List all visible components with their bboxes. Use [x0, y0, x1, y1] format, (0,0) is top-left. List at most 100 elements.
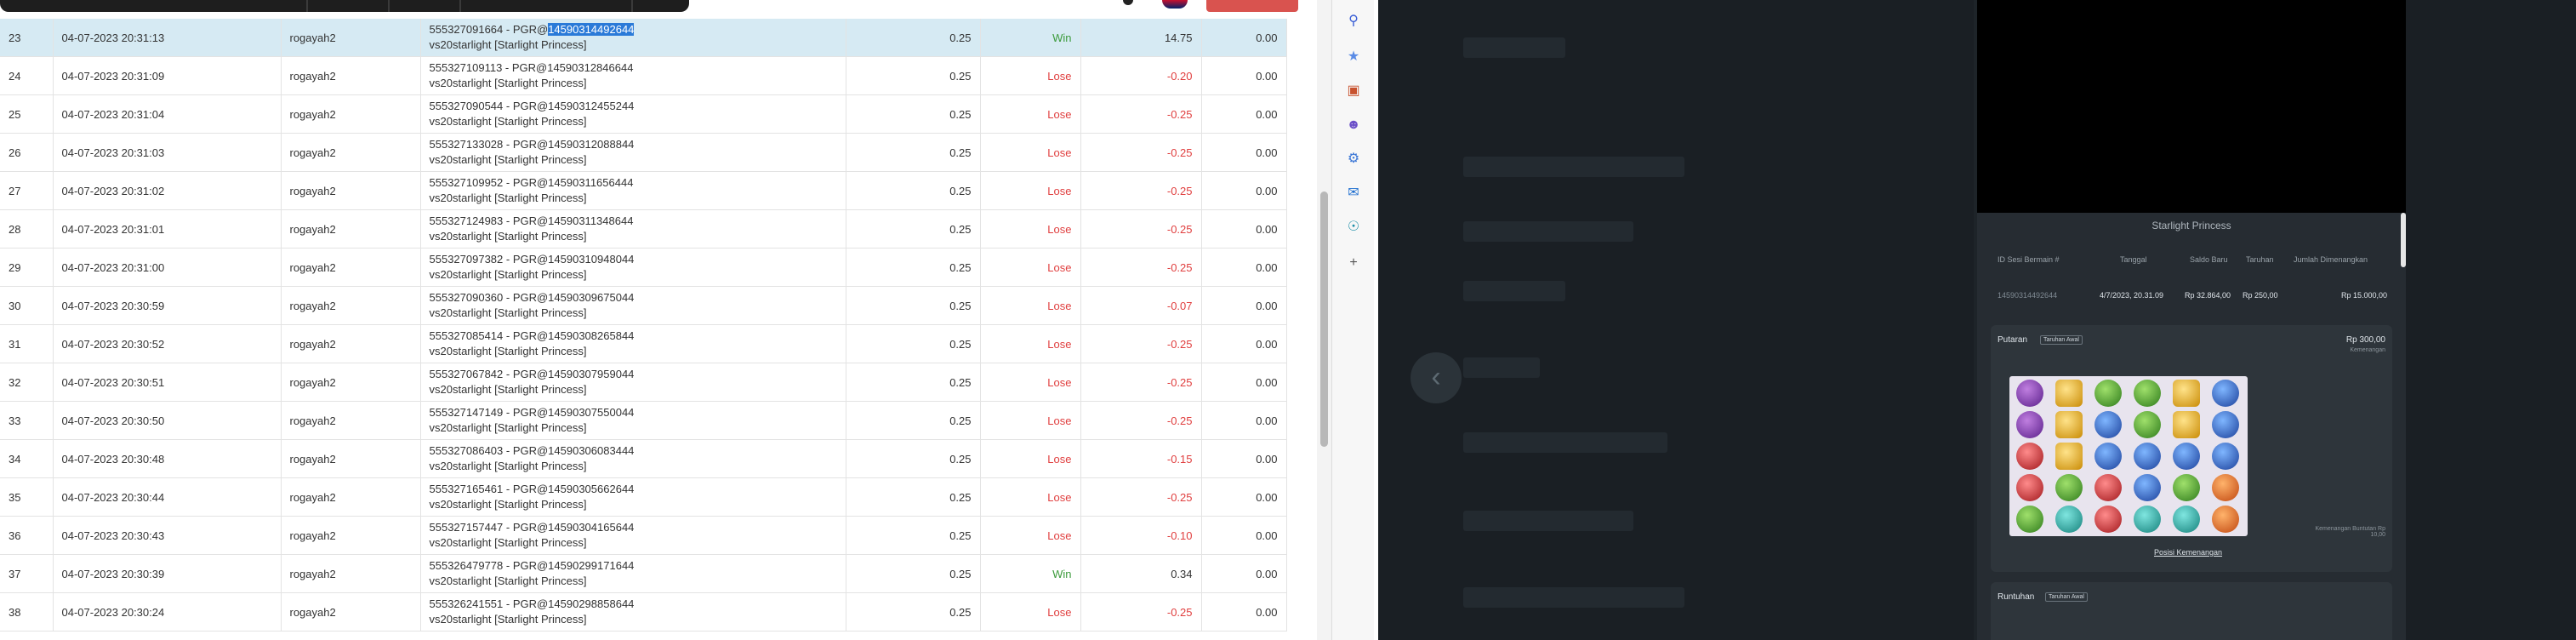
- toolbar-divider: [459, 0, 461, 12]
- transaction-id-text: 555327147149 - PGR@14590307550044: [429, 406, 635, 419]
- table-row[interactable]: 24 04-07-2023 20:31:09 rogayah2 55532710911…: [0, 56, 1287, 95]
- blue-gem-icon: [2094, 443, 2122, 470]
- logout-button[interactable]: [1206, 0, 1298, 12]
- game-name: vs20starlight [Starlight Princess]: [429, 345, 587, 357]
- row-bet: 0.25: [846, 324, 981, 363]
- transaction-id-text: 555327085414 - PGR@14590308265844: [429, 329, 635, 342]
- table-row[interactable]: 23 04-07-2023 20:31:13 rogayah2 55532709166…: [0, 19, 1287, 57]
- row-number: 23: [0, 19, 54, 57]
- table-row[interactable]: 38 04-07-2023 20:30:24 rogayah2 55532624155…: [0, 592, 1287, 631]
- table-row[interactable]: 28 04-07-2023 20:31:01 rogayah2 55532712498…: [0, 209, 1287, 249]
- toolbar-divider: [388, 0, 390, 12]
- row-status: Lose: [980, 477, 1081, 517]
- row-user: rogayah2: [281, 554, 421, 593]
- row-amount: -0.25: [1080, 171, 1202, 210]
- row-user: rogayah2: [281, 592, 421, 631]
- blue-gem-icon: [2094, 411, 2122, 438]
- row-transaction: 555327109113 - PGR@14590312846644 vs20sta…: [420, 56, 846, 95]
- row-user: rogayah2: [281, 363, 421, 402]
- header-bet: Taruhan: [2246, 255, 2274, 264]
- green-gem-icon: [2134, 411, 2161, 438]
- row-transaction: 555327109952 - PGR@14590311656444 vs20sta…: [420, 171, 846, 210]
- table-row[interactable]: 37 04-07-2023 20:30:39 rogayah2 55532647977…: [0, 554, 1287, 593]
- row-extra: 0.00: [1201, 363, 1287, 402]
- search-icon[interactable]: ⚲: [1344, 12, 1363, 31]
- row-number: 36: [0, 516, 54, 555]
- row-user: rogayah2: [281, 477, 421, 517]
- transaction-panel: 23 04-07-2023 20:31:13 rogayah2 55532709166…: [0, 0, 1331, 640]
- table-row[interactable]: 32 04-07-2023 20:30:51 rogayah2 55532706784…: [0, 363, 1287, 402]
- table-row[interactable]: 33 04-07-2023 20:30:50 rogayah2 55532714714…: [0, 401, 1287, 440]
- table-row[interactable]: 25 04-07-2023 20:31:04 rogayah2 55532709054…: [0, 94, 1287, 134]
- purple-gem-icon: [2016, 411, 2043, 438]
- row-extra: 0.00: [1201, 477, 1287, 517]
- transaction-id: 555327067842 - PGR@14590307959044: [430, 367, 837, 382]
- yellow-gem-icon: [2055, 380, 2083, 407]
- right-margin: [2408, 0, 2576, 640]
- header-balance: Saldo Baru: [2190, 255, 2228, 264]
- row-date: 04-07-2023 20:30:39: [53, 554, 282, 593]
- reel-grid: [2009, 376, 2248, 536]
- row-date: 04-07-2023 20:31:04: [53, 94, 282, 134]
- row-user: rogayah2: [281, 516, 421, 555]
- outlook-icon[interactable]: ✉: [1344, 184, 1363, 203]
- toolbar-bar: [0, 0, 689, 12]
- row-extra: 0.00: [1201, 19, 1287, 57]
- users-icon[interactable]: ☻: [1344, 116, 1363, 134]
- row-amount: 0.34: [1080, 554, 1202, 593]
- table-row[interactable]: 36 04-07-2023 20:30:43 rogayah2 55532715744…: [0, 516, 1287, 555]
- game-name: vs20starlight [Starlight Princess]: [429, 536, 587, 549]
- game-name: vs20starlight [Starlight Princess]: [429, 574, 587, 587]
- detail-scrollbar[interactable]: [2401, 213, 2406, 267]
- selected-text[interactable]: 14590314492644: [548, 23, 635, 36]
- plus-icon[interactable]: +: [1344, 254, 1363, 272]
- spin-amount-sub: Kemenangan: [2350, 347, 2385, 353]
- row-number: 28: [0, 209, 54, 249]
- game-name: vs20starlight [Starlight Princess]: [429, 153, 587, 166]
- uk-flag-icon[interactable]: [1162, 0, 1188, 9]
- teal-gem-icon: [2055, 506, 2083, 533]
- transaction-id: 555327165461 - PGR@14590305662644: [430, 482, 837, 497]
- row-bet: 0.25: [846, 401, 981, 440]
- table-row[interactable]: 27 04-07-2023 20:31:02 rogayah2 55532710995…: [0, 171, 1287, 210]
- row-bet: 0.25: [846, 439, 981, 478]
- win-position-link[interactable]: Posisi Kemenangan: [2154, 548, 2222, 557]
- user-icon[interactable]: [1123, 0, 1133, 5]
- table-row[interactable]: 35 04-07-2023 20:30:44 rogayah2 55532716546…: [0, 477, 1287, 517]
- back-button[interactable]: ‹: [1411, 352, 1462, 403]
- yellow-gem-icon: [2055, 411, 2083, 438]
- row-status: Lose: [980, 592, 1081, 631]
- tag-icon[interactable]: ★: [1344, 48, 1363, 66]
- briefcase-icon[interactable]: ▣: [1344, 82, 1363, 100]
- row-bet: 0.25: [846, 477, 981, 517]
- scrollbar-thumb[interactable]: [1320, 191, 1328, 447]
- row-date: 04-07-2023 20:30:44: [53, 477, 282, 517]
- settings-icon[interactable]: ⚙: [1344, 150, 1363, 169]
- table-row[interactable]: 26 04-07-2023 20:31:03 rogayah2 55532713302…: [0, 133, 1287, 172]
- row-amount: -0.15: [1080, 439, 1202, 478]
- row-amount: -0.10: [1080, 516, 1202, 555]
- row-number: 31: [0, 324, 54, 363]
- row-status: Lose: [980, 286, 1081, 325]
- row-number: 29: [0, 248, 54, 287]
- game-name: vs20starlight [Starlight Princess]: [429, 613, 587, 626]
- cart-icon[interactable]: ☉: [1344, 218, 1363, 237]
- transaction-id: 555327157447 - PGR@14590304165644: [430, 520, 837, 535]
- row-transaction: 555327133028 - PGR@14590312088844 vs20sta…: [420, 133, 846, 172]
- row-extra: 0.00: [1201, 248, 1287, 287]
- row-status: Lose: [980, 171, 1081, 210]
- green-gem-icon: [2134, 380, 2161, 407]
- table-row[interactable]: 29 04-07-2023 20:31:00 rogayah2 55532709738…: [0, 248, 1287, 287]
- table-row[interactable]: 30 04-07-2023 20:30:59 rogayah2 55532709036…: [0, 286, 1287, 325]
- table-row[interactable]: 34 04-07-2023 20:30:48 rogayah2 55532708640…: [0, 439, 1287, 478]
- row-amount: -0.25: [1080, 133, 1202, 172]
- row-user: rogayah2: [281, 248, 421, 287]
- row-transaction: 555327090544 - PGR@14590312455244 vs20sta…: [420, 94, 846, 134]
- spin-label: Putaran: [1998, 335, 2028, 345]
- table-row[interactable]: 31 04-07-2023 20:30:52 rogayah2 55532708541…: [0, 324, 1287, 363]
- spin-amount: Rp 300,00: [2345, 335, 2385, 345]
- row-status: Lose: [980, 248, 1081, 287]
- cascade-label: Runtuhan: [1998, 592, 2035, 602]
- row-extra: 0.00: [1201, 439, 1287, 478]
- transactions-table: 23 04-07-2023 20:31:13 rogayah2 55532709166…: [0, 19, 1287, 631]
